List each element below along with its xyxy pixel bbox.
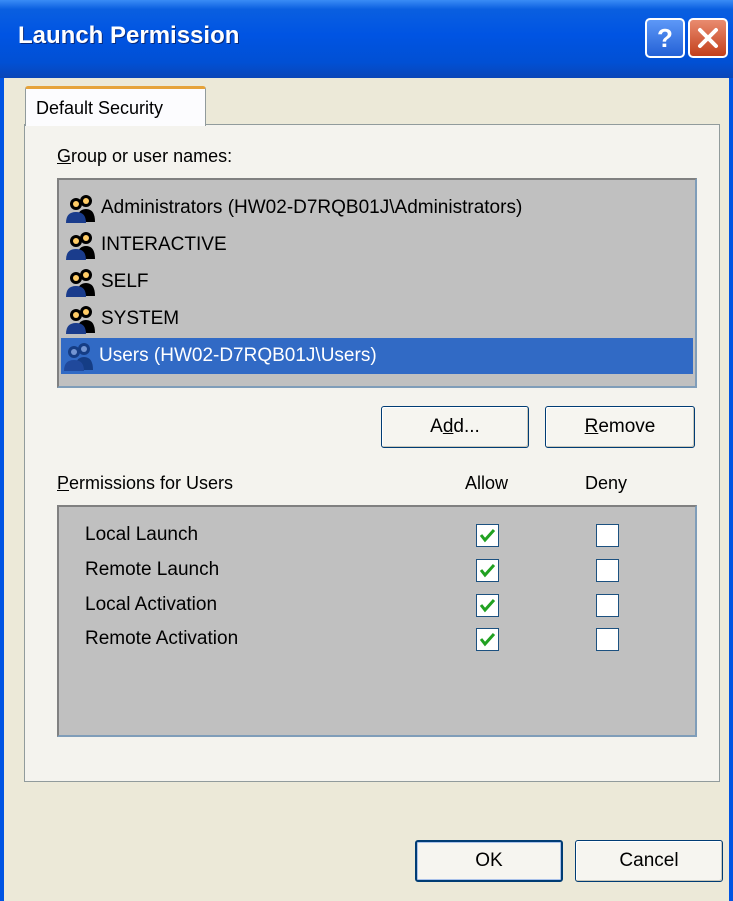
user-group-icon [66,269,95,297]
user-name: INTERACTIVE [101,234,227,255]
allow-column-header: Allow [465,473,509,493]
user-list[interactable]: Administrators (HW02-D7RQB01J\Administra… [57,178,697,388]
user-group-icon [66,232,95,260]
group-or-user-names-label: Group or user names: [57,146,233,166]
deny-column-header: Deny [585,473,628,493]
permission-row: Remote Activation [59,622,695,658]
allow-checkbox[interactable] [476,559,499,582]
deny-checkbox[interactable] [596,524,619,547]
deny-checkbox[interactable] [596,594,619,617]
remove-button[interactable]: Remove [545,406,695,448]
deny-checkbox[interactable] [596,628,619,651]
check-icon [479,632,496,647]
permission-name: Remote Activation [85,628,239,649]
help-icon: ? [657,24,673,52]
help-button[interactable]: ? [645,18,685,58]
permission-name: Remote Launch [85,559,220,580]
permissions-list: Local Launch Remote Launch Local Activat… [57,505,697,737]
permission-name: Local Launch [85,524,199,545]
user-name: Administrators (HW02-D7RQB01J\Administra… [101,197,523,218]
deny-checkbox[interactable] [596,559,619,582]
add-button[interactable]: Ad d... [381,406,529,448]
check-icon [479,528,496,543]
list-item-selected[interactable]: Users (HW02-D7RQB01J\Users) [61,338,693,374]
close-button[interactable] [688,18,728,58]
permissions-for-users-label: Permissions for Users [57,473,234,493]
permission-row: Local Launch [59,518,695,554]
permission-row: Remote Launch [59,553,695,589]
allow-checkbox[interactable] [476,594,499,617]
tab-default-security[interactable]: Default Security [25,86,206,126]
allow-checkbox[interactable] [476,628,499,651]
user-group-icon [64,343,93,371]
allow-checkbox[interactable] [476,524,499,547]
list-item[interactable]: Administrators (HW02-D7RQB01J\Administra… [63,190,522,226]
window-title: Launch Permission [18,22,240,49]
list-item[interactable]: INTERACTIVE [63,227,227,263]
permission-name: Local Activation [85,594,218,615]
user-group-icon [66,195,95,223]
user-name: SELF [101,271,149,292]
ok-button[interactable]: OK [415,840,563,882]
user-name: SYSTEM [101,308,180,329]
permission-row: Local Activation [59,588,695,624]
close-icon [698,28,718,48]
list-item[interactable]: SELF [63,264,149,300]
check-icon [479,598,496,613]
user-group-icon [66,306,95,334]
tab-label: Default Security [36,98,164,118]
cancel-button[interactable]: Cancel [575,840,723,882]
check-icon [479,563,496,578]
list-item[interactable]: SYSTEM [63,301,179,337]
user-name: Users (HW02-D7RQB01J\Users) [99,345,377,366]
title-bar[interactable]: Launch Permission ? [0,0,733,78]
svg-text:?: ? [657,24,673,52]
